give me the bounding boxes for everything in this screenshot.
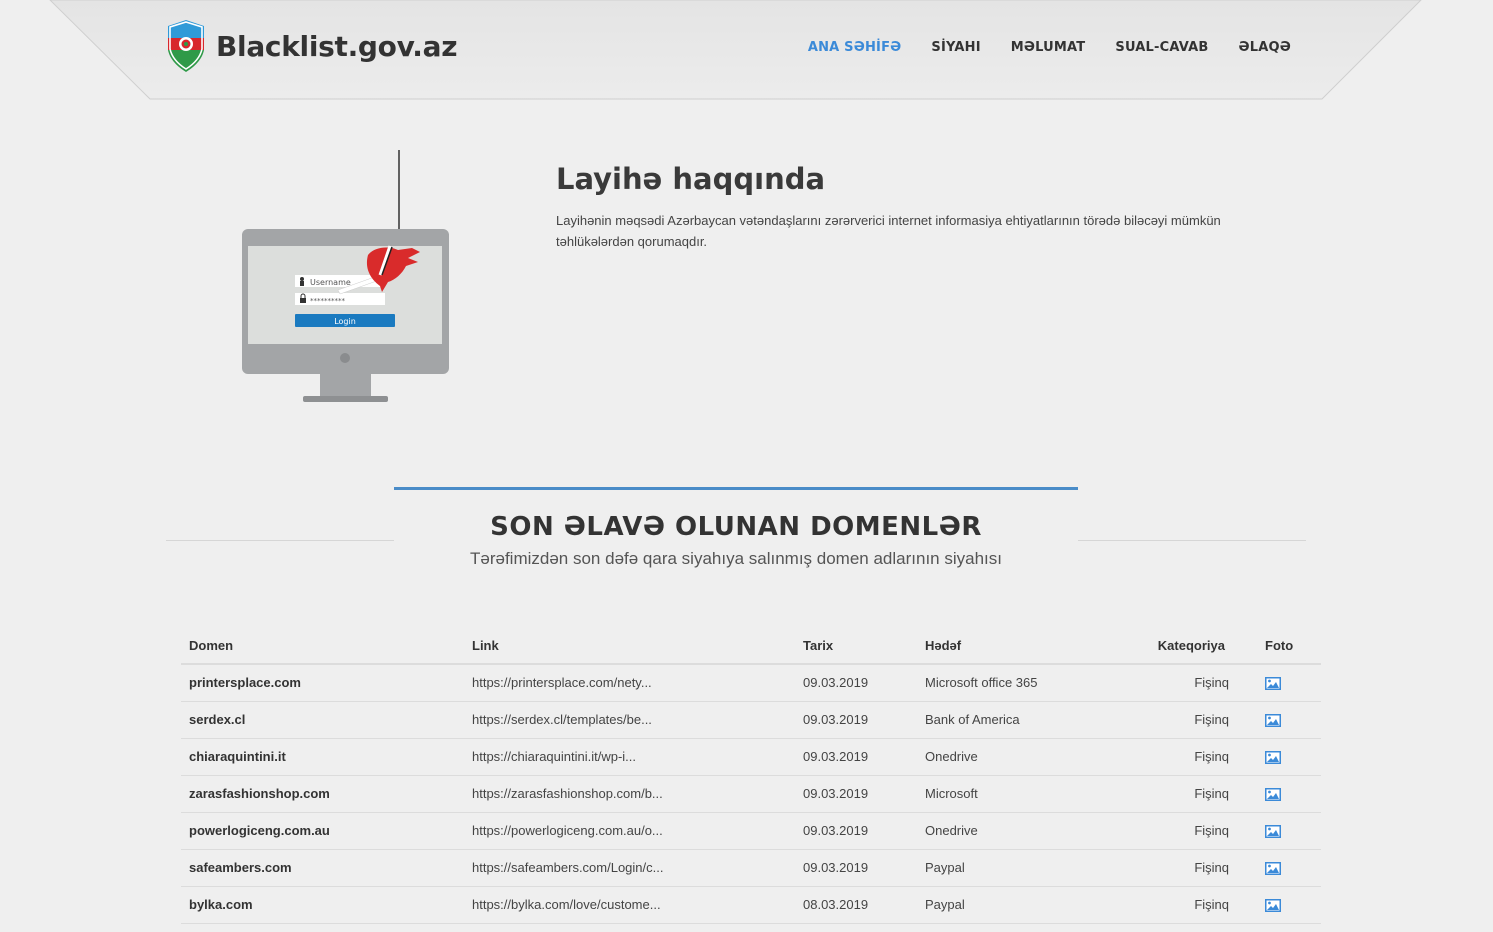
date-cell: 08.03.2019	[795, 886, 917, 924]
domain-cell[interactable]: bylka.com	[181, 886, 464, 924]
domain-cell[interactable]: powerlogiceng.com.au	[181, 812, 464, 850]
image-icon[interactable]	[1265, 899, 1281, 913]
table-row: bylka.com https://bylka.com/love/custome.…	[181, 886, 1321, 924]
table-row: serdex.cl https://serdex.cl/templates/be.…	[181, 701, 1321, 739]
category-cell: Fişinq	[1123, 775, 1233, 813]
about-title: Layihə haqqında	[556, 162, 826, 196]
date-cell: 09.03.2019	[795, 664, 917, 702]
image-icon[interactable]	[1265, 825, 1281, 839]
section-accent-line	[394, 487, 1078, 490]
about-section: Layihə haqqında Layihənin məqsədi Azərba…	[556, 162, 1286, 252]
nav-item-faq[interactable]: SUAL-CAVAB	[1115, 40, 1208, 55]
date-cell: 09.03.2019	[795, 775, 917, 813]
site-logo[interactable]: Blacklist.gov.az	[166, 20, 458, 72]
date-cell: 09.03.2019	[795, 738, 917, 776]
nav-item-home[interactable]: ANA SƏHİFƏ	[808, 40, 902, 55]
photo-cell	[1233, 664, 1321, 702]
target-cell: Onedrive	[917, 738, 1123, 776]
image-icon[interactable]	[1265, 677, 1281, 691]
photo-cell	[1233, 886, 1321, 924]
image-icon[interactable]	[1265, 751, 1281, 765]
link-cell[interactable]: https://printersplace.com/nety...	[464, 664, 795, 702]
category-cell: Fişinq	[1123, 701, 1233, 739]
domains-table: Domen Link Tarix Hədəf Kateqoriya Foto p…	[181, 627, 1321, 924]
category-cell: Fişinq	[1123, 738, 1233, 776]
column-header-domain: Domen	[181, 627, 464, 665]
table-row: powerlogiceng.com.au https://powerlogicen…	[181, 812, 1321, 850]
section-divider-right	[1078, 540, 1306, 541]
category-cell: Fişinq	[1123, 849, 1233, 887]
link-cell[interactable]: https://bylka.com/love/custome...	[464, 886, 795, 924]
target-cell: Onedrive	[917, 812, 1123, 850]
link-cell[interactable]: https://safeambers.com/Login/c...	[464, 849, 795, 887]
nav-item-list[interactable]: SİYAHI	[931, 40, 980, 55]
photo-cell	[1233, 775, 1321, 813]
category-cell: Fişinq	[1123, 886, 1233, 924]
column-header-link: Link	[464, 627, 795, 665]
main-nav: ANA SƏHİFƏ SİYAHI MƏLUMAT SUAL-CAVAB ƏLA…	[808, 40, 1291, 55]
link-cell[interactable]: https://chiaraquintini.it/wp-i...	[464, 738, 795, 776]
recent-domains-title: SON ƏLAVƏ OLUNAN DOMENLƏR	[490, 512, 982, 542]
column-header-date: Tarix	[795, 627, 917, 665]
date-cell: 09.03.2019	[795, 849, 917, 887]
image-icon[interactable]	[1265, 788, 1281, 802]
table-row: chiaraquintini.it https://chiaraquintini.…	[181, 738, 1321, 776]
image-icon[interactable]	[1265, 714, 1281, 728]
logo-text: Blacklist.gov.az	[216, 29, 458, 63]
column-header-photo: Foto	[1233, 627, 1321, 665]
table-row: safeambers.com https://safeambers.com/Log…	[181, 849, 1321, 887]
date-cell: 09.03.2019	[795, 701, 917, 739]
category-cell: Fişinq	[1123, 812, 1233, 850]
target-cell: Bank of America	[917, 701, 1123, 739]
domain-cell[interactable]: zarasfashionshop.com	[181, 775, 464, 813]
table-header-row: Domen Link Tarix Hədəf Kateqoriya Foto	[181, 627, 1321, 665]
photo-cell	[1233, 738, 1321, 776]
column-header-category: Kateqoriya	[1123, 627, 1233, 665]
link-cell[interactable]: https://zarasfashionshop.com/b...	[464, 775, 795, 813]
image-icon[interactable]	[1265, 862, 1281, 876]
column-header-target: Hədəf	[917, 627, 1123, 665]
azerbaijan-shield-icon	[168, 20, 204, 72]
illustration-username: Username	[310, 278, 351, 287]
domain-cell[interactable]: serdex.cl	[181, 701, 464, 739]
photo-cell	[1233, 849, 1321, 887]
phishing-illustration: Username ********** Login	[240, 150, 455, 415]
about-description: Layihənin məqsədi Azərbaycan vətəndaşlar…	[556, 213, 1221, 249]
photo-cell	[1233, 812, 1321, 850]
recent-domains-subtitle: Tərəfimizdən son dəfə qara siyahıya salı…	[470, 549, 1002, 568]
domain-cell[interactable]: printersplace.com	[181, 664, 464, 702]
link-cell[interactable]: https://powerlogiceng.com.au/o...	[464, 812, 795, 850]
target-cell: Microsoft	[917, 775, 1123, 813]
illustration-password: **********	[310, 297, 346, 305]
nav-item-info[interactable]: MƏLUMAT	[1011, 40, 1086, 55]
illustration-login: Login	[334, 317, 356, 326]
target-cell: Paypal	[917, 886, 1123, 924]
domains-table-container: Domen Link Tarix Hədəf Kateqoriya Foto p…	[181, 627, 1321, 924]
link-cell[interactable]: https://serdex.cl/templates/be...	[464, 701, 795, 739]
target-cell: Paypal	[917, 849, 1123, 887]
table-row: zarasfashionshop.com https://zarasfashion…	[181, 775, 1321, 813]
domain-cell[interactable]: chiaraquintini.it	[181, 738, 464, 776]
category-cell: Fişinq	[1123, 664, 1233, 702]
domain-cell[interactable]: safeambers.com	[181, 849, 464, 887]
nav-item-contact[interactable]: ƏLAQƏ	[1239, 40, 1291, 55]
target-cell: Microsoft office 365	[917, 664, 1123, 702]
table-row: printersplace.com https://printersplace.c…	[181, 664, 1321, 702]
section-divider-left	[166, 540, 394, 541]
date-cell: 09.03.2019	[795, 812, 917, 850]
photo-cell	[1233, 701, 1321, 739]
